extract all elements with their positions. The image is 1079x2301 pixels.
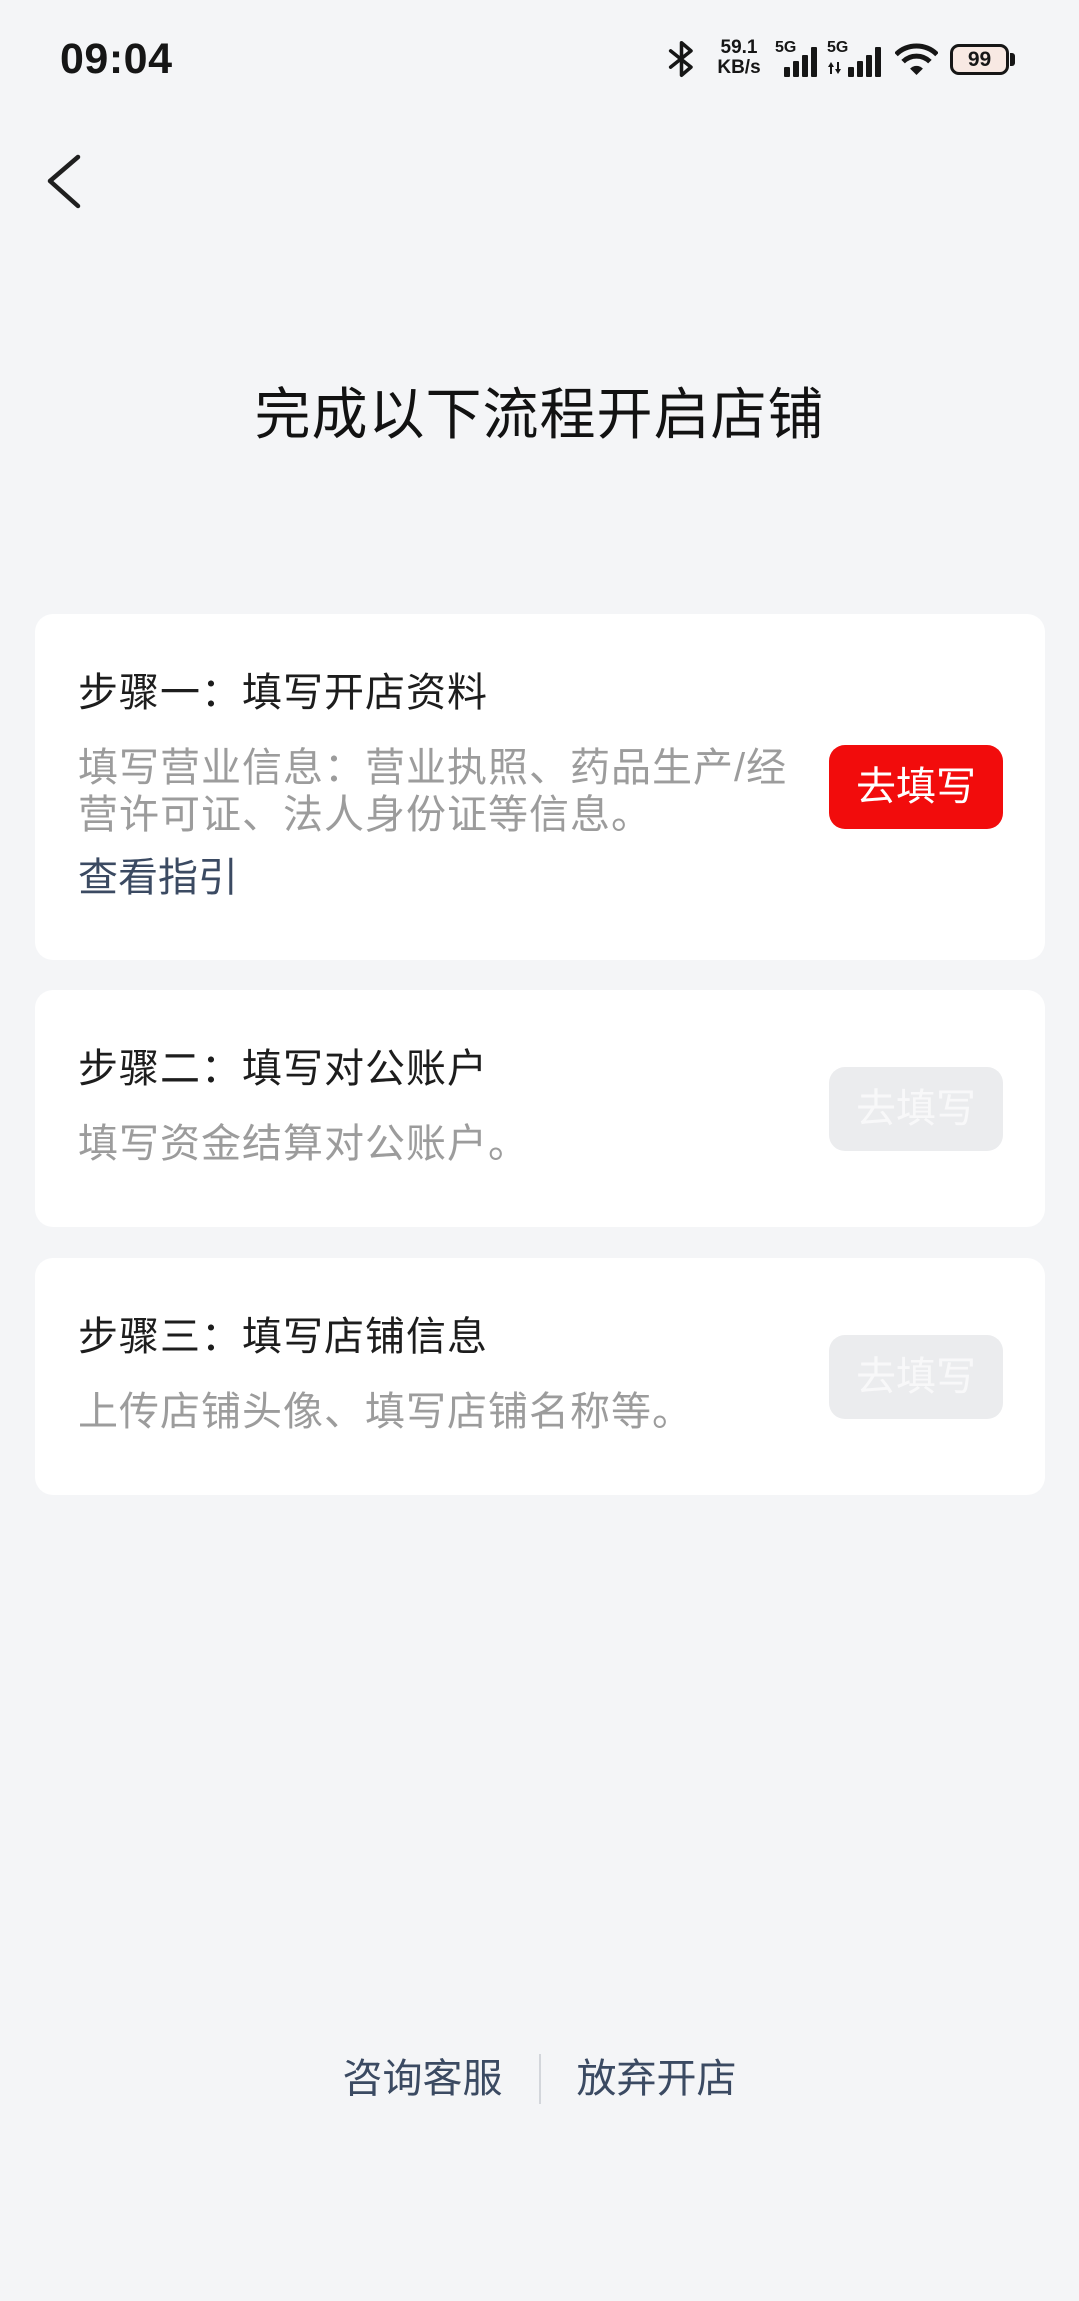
abandon-shop-link[interactable]: 放弃开店: [577, 2052, 737, 2106]
footer-actions: 咨询客服 放弃开店: [0, 2052, 1079, 2106]
network-speed-value: 59.1: [720, 37, 758, 58]
wifi-icon: [894, 42, 939, 77]
step-description: 填写资金结算对公账户。: [78, 1122, 529, 1166]
step-title: 步骤三：填写店铺信息: [78, 1315, 488, 1359]
step-title: 步骤一：填写开店资料: [78, 671, 488, 715]
chevron-left-icon: [47, 154, 81, 209]
step-1-fill-button[interactable]: 去填写: [829, 745, 1003, 829]
step-card-2: 步骤二：填写对公账户 填写资金结算对公账户。 去填写: [35, 990, 1045, 1227]
network-speed: 59.1 KB/s: [716, 38, 762, 78]
view-guide-link[interactable]: 查看指引: [78, 851, 238, 905]
step-card-3: 步骤三：填写店铺信息 上传店铺头像、填写店铺名称等。 去填写: [35, 1258, 1045, 1495]
step-title: 步骤二：填写对公账户: [78, 1047, 488, 1091]
step-description: 上传店铺头像、填写店铺名称等。: [78, 1390, 693, 1434]
step-3-fill-button[interactable]: 去填写: [829, 1334, 1003, 1419]
step-description: 填写营业信息：营业执照、药品生产/经营许可证、法人身份证等信息。: [78, 746, 788, 837]
step-2-fill-button[interactable]: 去填写: [829, 1066, 1003, 1151]
battery-icon: 99: [950, 44, 1009, 75]
up-down-arrows-icon: [828, 62, 841, 74]
status-time: 09:04: [60, 35, 173, 83]
bluetooth-icon: [664, 40, 699, 78]
back-button[interactable]: [38, 146, 90, 216]
contact-support-link[interactable]: 咨询客服: [343, 2052, 503, 2106]
page-title: 完成以下流程开启店铺: [254, 383, 825, 446]
sim1-network-type: 5G: [775, 39, 797, 56]
network-speed-unit: KB/s: [717, 57, 761, 78]
sim2-network-type: 5G: [827, 39, 849, 56]
battery-terminal: [1010, 53, 1015, 66]
step-card-1: 步骤一：填写开店资料 填写营业信息：营业执照、药品生产/经营许可证、法人身份证等…: [35, 614, 1045, 960]
sim2-signal-icon: 5G: [826, 40, 884, 78]
footer-divider: [538, 2054, 541, 2104]
sim1-signal-icon: 5G: [774, 40, 820, 78]
status-bar: 09:04 59.1 KB/s 5G 5G 99: [0, 0, 1079, 118]
